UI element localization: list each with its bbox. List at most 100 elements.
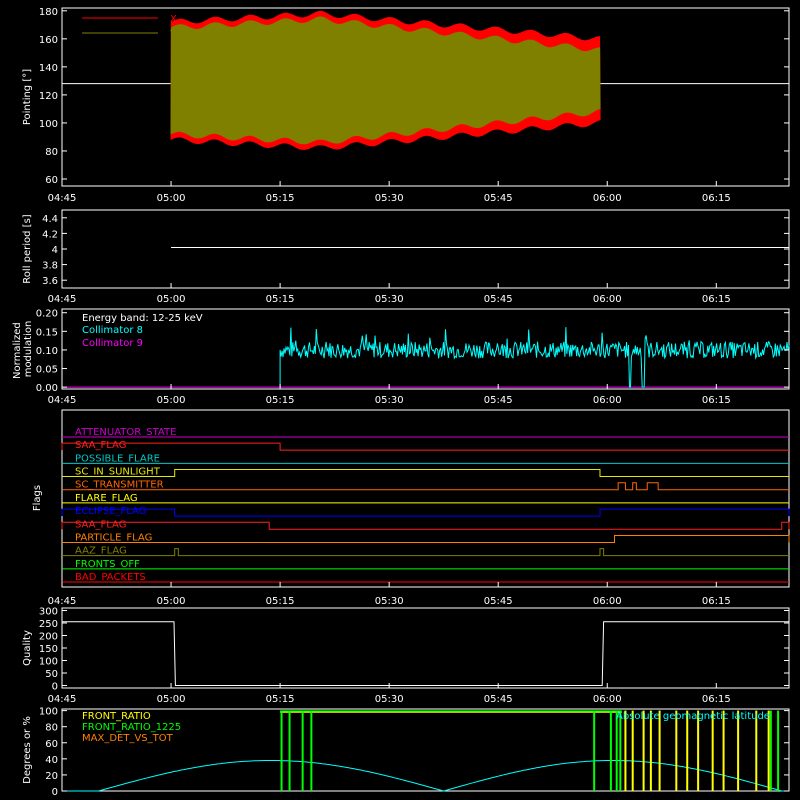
max-det-vs-tot-label: MAX_DET_VS_TOT (82, 733, 174, 744)
x-tick-label: 05:45 (484, 596, 513, 607)
x-tick-label: 05:45 (484, 294, 513, 305)
pointing-ylabel: Pointing [°] (22, 69, 33, 125)
x-tick-label: 05:00 (157, 596, 186, 607)
y-tick-label: 160 (39, 35, 58, 46)
x-tick-label: 06:15 (702, 596, 731, 607)
flag-label: FLARE_FLAG (75, 493, 138, 504)
modulation-ylabel: Normalized modulation (12, 319, 34, 379)
x-tick-label: 05:15 (266, 294, 295, 305)
y-tick-label: 80 (45, 147, 58, 158)
flag-line (62, 548, 789, 557)
figure: 60 80 100 120 140 160 180 04:45 05:00 05:15 05:30… (12, 7, 790, 798)
x-tick-label: 05:15 (266, 193, 295, 204)
y-tick-label: 0.15 (36, 327, 58, 338)
pointing-panel: 60 80 100 120 140 160 180 04:45 05:00 05:15 05:30… (22, 7, 790, 204)
energy-band-label: Energy band: 12-25 keV (82, 313, 203, 324)
y-tick-label: 150 (39, 644, 58, 655)
geomag-latitude-label: Absolute geomagnetic latitude (616, 711, 770, 722)
legend-y-label: Y (169, 29, 177, 40)
x-tick-label: 06:00 (593, 596, 622, 607)
x-tick-label: 05:00 (157, 694, 186, 705)
y-tick-label: 0 (52, 682, 58, 693)
roll-ylabel: Roll period [s] (22, 214, 33, 283)
front-ratio-label: FRONT_RATIO (82, 711, 151, 722)
x-tick-label: 06:00 (593, 694, 622, 705)
x-tick-label: 06:00 (593, 294, 622, 305)
x-tick-label: 05:45 (484, 193, 513, 204)
modulation-ylabel-line2: modulation (23, 321, 34, 378)
y-tick-label: 100 (39, 657, 58, 668)
x-tick-label: 04:45 (48, 596, 77, 607)
y-tick-label: 250 (39, 619, 58, 630)
x-tick-label: 04:45 (48, 395, 77, 406)
flag-label: PARTICLE_FLAG (75, 532, 152, 543)
x-tick-label: 04:45 (48, 694, 77, 705)
y-tick-label: 50 (45, 669, 58, 680)
y-tick-label: 3.8 (42, 261, 58, 272)
x-tick-label: 05:45 (484, 395, 513, 406)
x-tick-label: 05:30 (375, 294, 404, 305)
modulation-panel: 0.00 0.05 0.10 0.15 0.20 04:45 05:00 05:15 05:3… (12, 308, 790, 406)
x-tick-label: 05:30 (375, 395, 404, 406)
flags-panel: ATTENUATOR_STATE SAA_FLAG POSSIBLE_FLARE SC… (32, 409, 790, 607)
flag-label: SAA_FLAG (75, 440, 126, 451)
modulation-ylabel-line1: Normalized (12, 322, 23, 379)
y-tick-label: 100 (39, 707, 58, 718)
y-tick-label: 0.05 (36, 365, 58, 376)
y-tick-label: 80 (45, 723, 58, 734)
flag-line (62, 469, 789, 478)
y-tick-label: 0.10 (36, 346, 58, 357)
collimator-9-label: Collimator 9 (82, 338, 143, 349)
x-tick-label: 05:00 (157, 395, 186, 406)
latitude-line (62, 760, 789, 792)
y-tick-label: 0.20 (36, 309, 58, 320)
x-tick-label: 05:00 (157, 193, 186, 204)
x-tick-label: 06:00 (593, 395, 622, 406)
x-tick-label: 05:15 (266, 395, 295, 406)
x-tick-label: 05:15 (266, 596, 295, 607)
y-tick-label: 4.4 (42, 214, 58, 225)
collimator-8-line (279, 327, 790, 388)
x-tick-label: 05:45 (484, 694, 513, 705)
collimator-8-label: Collimator 8 (82, 325, 143, 336)
x-tick-label: 06:15 (702, 395, 731, 406)
x-tick-label: 06:00 (593, 193, 622, 204)
y-tick-label: 3.6 (42, 276, 58, 287)
x-tick-label: 04:45 (48, 193, 77, 204)
flag-label: FRONTS_OFF (75, 559, 140, 570)
y-tick-label: 120 (39, 91, 58, 102)
flag-label: SAA_FLAG (75, 519, 126, 530)
x-tick-label: 06:15 (702, 694, 731, 705)
x-tick-label: 05:00 (157, 294, 186, 305)
y-tick-label: 140 (39, 63, 58, 74)
x-tick-label: 05:30 (375, 694, 404, 705)
flag-label: SC_IN_SUNLIGHT (75, 467, 161, 478)
flag-line (61, 521, 790, 530)
x-tick-label: 06:15 (702, 193, 731, 204)
ratios-ylabel: Degrees or % (22, 716, 33, 784)
flag-label: ECLIPSE_FLAG (75, 506, 146, 517)
y-tick-label: 300 (39, 607, 58, 618)
quality-ylabel: Quality (22, 630, 33, 666)
ratios-panel: 0 20 40 60 80 100 Degrees or % FRONT_RATIO FR… (22, 707, 790, 798)
flag-label: POSSIBLE_FLARE (75, 453, 160, 464)
y-tick-label: 100 (39, 119, 58, 130)
roll-panel: 3.6 3.8 4 4.2 4.4 04:45 05:00 05:15 05:30 05:45 0… (22, 209, 790, 305)
y-tick-label: 200 (39, 632, 58, 643)
flag-line (61, 508, 790, 517)
pointing-legend: X Y (82, 14, 177, 40)
flag-label: ATTENUATOR_STATE (75, 427, 176, 438)
flags-ylabel: Flags (32, 485, 43, 511)
flag-label: BAD_PACKETS (75, 572, 146, 583)
y-tick-label: 4.2 (42, 229, 58, 240)
y-tick-label: 0 (52, 787, 58, 798)
flag-label: AAZ_FLAG (75, 546, 127, 557)
front-ratio-1225-label: FRONT_RATIO_1225 (82, 722, 181, 733)
flag-line (62, 482, 789, 491)
y-tick-label: 40 (45, 755, 58, 766)
y-tick-label: 180 (39, 7, 58, 18)
y-tick-label: 4 (52, 245, 58, 256)
flag-line (61, 442, 789, 451)
y-tick-label: 60 (45, 739, 58, 750)
flag-label: SC_TRANSMITTER (75, 480, 164, 491)
